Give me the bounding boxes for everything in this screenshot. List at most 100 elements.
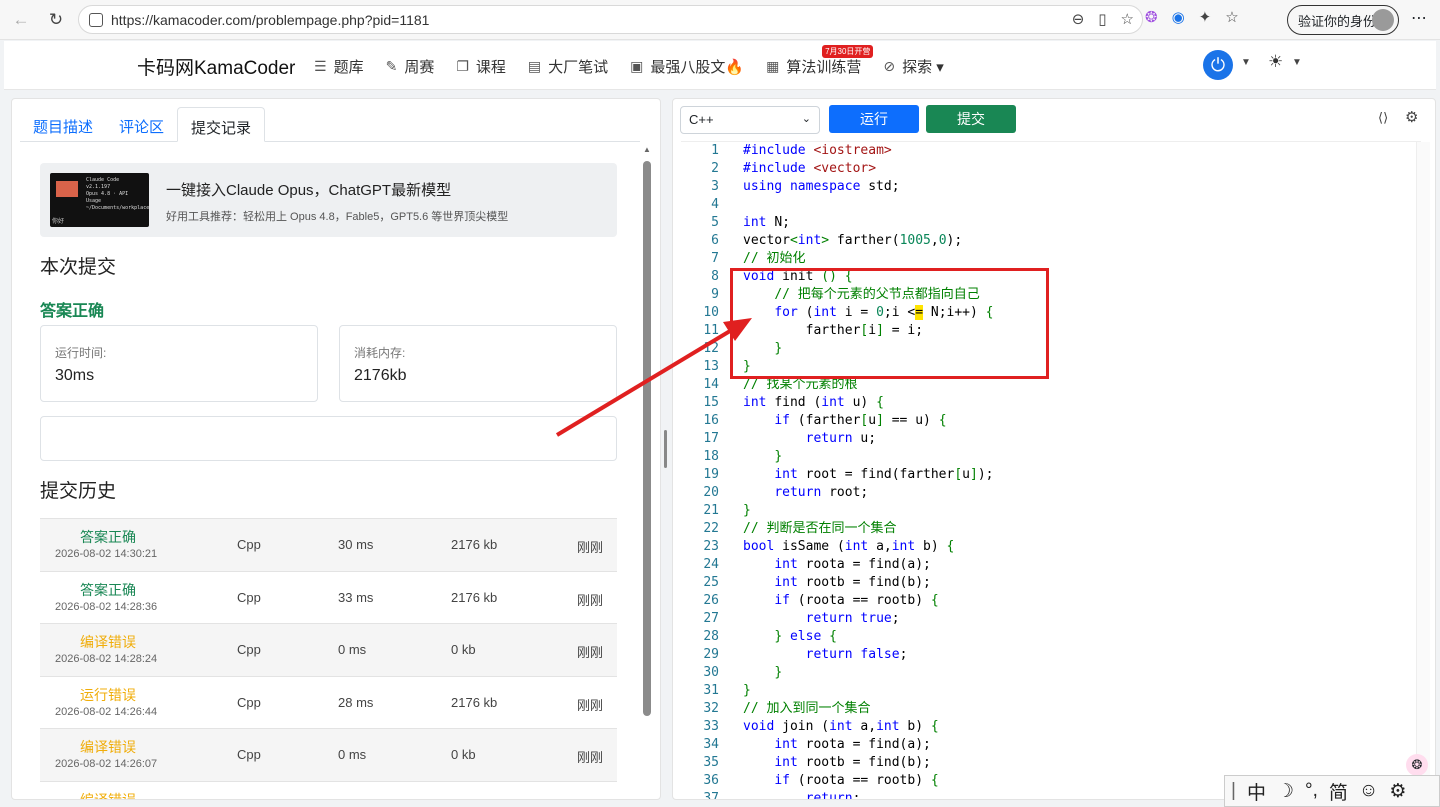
line-number: 26	[703, 593, 719, 608]
code-token: == u)	[883, 413, 939, 428]
code-token: root;	[829, 485, 869, 500]
ime-item[interactable]: ⚙	[1389, 780, 1406, 803]
table-row[interactable]: 编译错误 2026-08-02 14:26:07 Cpp 0 ms 0 kb 刚刚	[40, 728, 617, 781]
code-token: ;	[891, 611, 900, 626]
code-text: }	[743, 502, 751, 520]
main-nav: ☰ 题库 ✎ 周赛 ❐ 课程 ▤ 大厂笔试 ▣ 最强八股文🔥 ▦ 算法训练营 7月30日开营 ⊘ 探索 ▾	[314, 45, 966, 77]
memory-value: 2176kb	[354, 367, 407, 384]
more-icon[interactable]: ⋯	[1411, 8, 1427, 28]
star-icon[interactable]: ☆	[1121, 10, 1134, 28]
line-number: 33	[703, 719, 719, 734]
code-token: }	[774, 629, 783, 644]
nav-label: 课程	[475, 59, 506, 76]
code-token: >	[821, 233, 830, 248]
promo-image: Claude Code v2.1.197 Opus 4.8 · API Usag…	[50, 173, 149, 227]
code-token: {	[930, 593, 939, 608]
history-time: 2026-08-02 14:28:24	[55, 653, 158, 665]
chevron-down-icon[interactable]: ▼	[1241, 57, 1251, 68]
favorites-icon[interactable]: ☆	[1225, 8, 1238, 26]
profile-button[interactable]: 验证你的身份	[1287, 5, 1399, 35]
code-text: int rootb = find(b);	[743, 754, 931, 772]
tab-submissions[interactable]: 提交记录	[177, 107, 266, 142]
scrollbar[interactable]: ▲	[642, 145, 652, 795]
table-row[interactable]: 答案正确 2026-08-02 14:28:36 Cpp 33 ms 2176 kb 刚刚	[40, 570, 617, 624]
brand-logo[interactable]: 卡码网KamaCoder	[137, 53, 295, 80]
promo-image-tag: 你好	[52, 218, 65, 225]
code-icon[interactable]: ⟨⟩	[1378, 110, 1388, 126]
gear-icon[interactable]: ⚙	[1405, 108, 1418, 126]
ime-item[interactable]: °,	[1305, 780, 1318, 802]
table-row[interactable]: 编译错误 2026-08-02 14:28:24 Cpp 0 ms 0 kb 刚刚	[40, 623, 617, 676]
current-submission-heading: 本次提交	[40, 257, 117, 278]
address-bar[interactable]: https://kamacoder.com/problempage.php?pi…	[78, 5, 1143, 34]
pencil-icon: ✎	[385, 58, 398, 74]
ime-item[interactable]: ☺	[1359, 780, 1378, 802]
browser-toolbar: ← ↻ https://kamacoder.com/problempage.ph…	[0, 0, 1440, 40]
scroll-up-icon[interactable]: ▲	[643, 145, 651, 154]
line-number: 13	[703, 359, 719, 374]
ime-grip-icon[interactable]: |	[1231, 780, 1236, 802]
nav-item[interactable]: ⊘ 探索 ▾	[883, 56, 943, 77]
history-runtime: 33 ms	[338, 589, 374, 605]
ime-item[interactable]: ☽	[1277, 780, 1294, 803]
history-heading: 提交历史	[40, 481, 117, 502]
code-token: }	[774, 449, 783, 464]
tab-description[interactable]: 题目描述	[20, 107, 106, 142]
line-number: 30	[703, 665, 719, 680]
line-number: 27	[703, 611, 719, 626]
code-token: void	[743, 719, 783, 734]
extensions-icon[interactable]: ✦	[1199, 8, 1212, 26]
power-icon[interactable]: ⏻	[1203, 50, 1233, 80]
code-token: roota = find(a);	[805, 557, 931, 572]
run-button[interactable]: 运行	[829, 105, 919, 133]
code-editor[interactable]: 1 #include <iostream> 2 #include <vector> 3 u…	[681, 141, 1430, 799]
reload-icon[interactable]: ↻	[41, 5, 71, 35]
ime-item[interactable]: 中	[1247, 778, 1266, 805]
language-select[interactable]: C++ ⌄	[680, 106, 820, 134]
code-token: int	[774, 737, 806, 752]
nav-label: 最强八股文🔥	[650, 59, 745, 76]
code-token: int	[774, 557, 806, 572]
line-number: 7	[711, 251, 719, 266]
ime-item[interactable]: 简	[1329, 778, 1348, 805]
scrollbar-thumb[interactable]	[643, 161, 651, 716]
current-result: 答案正确	[40, 303, 105, 320]
url-text: https://kamacoder.com/problempage.php?pi…	[111, 11, 430, 28]
nav-item[interactable]: ▣ 最强八股文🔥	[630, 56, 744, 77]
table-row[interactable]: 编译错误	[40, 780, 617, 799]
theme-toggle-icon[interactable]: ☀	[1268, 52, 1283, 72]
code-text: if (roota == rootb) {	[743, 592, 939, 610]
history-when: 刚刚	[577, 540, 604, 555]
panel-splitter[interactable]	[664, 430, 667, 468]
back-icon[interactable]: ←	[6, 5, 36, 35]
nav-item[interactable]: ▦ 算法训练营 7月30日开营	[766, 45, 874, 77]
output-box	[40, 416, 617, 461]
line-number: 15	[703, 395, 719, 410]
code-token: );	[946, 233, 963, 248]
nav-item[interactable]: ❐ 课程	[456, 56, 506, 77]
nav-item[interactable]: ✎ 周赛	[386, 56, 435, 77]
editor-scrollbar[interactable]	[1416, 142, 1430, 799]
code-text: int rootb = find(b);	[743, 574, 931, 592]
line-number: 2	[711, 161, 719, 176]
nav-item[interactable]: ☰ 题库	[314, 56, 364, 77]
zoom-icon[interactable]: ⊖	[1072, 10, 1085, 28]
tab-comments[interactable]: 评论区	[106, 107, 177, 142]
table-row[interactable]: 运行错误 2026-08-02 14:26:44 Cpp 28 ms 2176 kb 刚刚	[40, 675, 617, 729]
memory-label: 消耗内存:	[354, 346, 406, 360]
code-token: root = find(farther	[805, 467, 955, 482]
submit-button[interactable]: 提交	[926, 105, 1016, 133]
extension-blue-icon[interactable]: ◉	[1172, 8, 1185, 26]
extension-brain-icon[interactable]: ❂	[1145, 8, 1158, 26]
chevron-down-icon[interactable]: ▼	[1292, 57, 1302, 68]
promo-banner[interactable]: Claude Code v2.1.197 Opus 4.8 · API Usag…	[40, 163, 617, 237]
table-row[interactable]: 答案正确 2026-08-02 14:30:21 Cpp 30 ms 2176 kb 刚刚	[40, 518, 617, 571]
history-memory: 0 kb	[451, 642, 476, 657]
reader-icon[interactable]: ▯	[1098, 10, 1106, 28]
code-token: (roota == rootb)	[797, 773, 931, 788]
nav-item[interactable]: ▤ 大厂笔试	[528, 56, 608, 77]
line-number: 29	[703, 647, 719, 662]
assistant-icon[interactable]: ❂	[1406, 754, 1428, 776]
